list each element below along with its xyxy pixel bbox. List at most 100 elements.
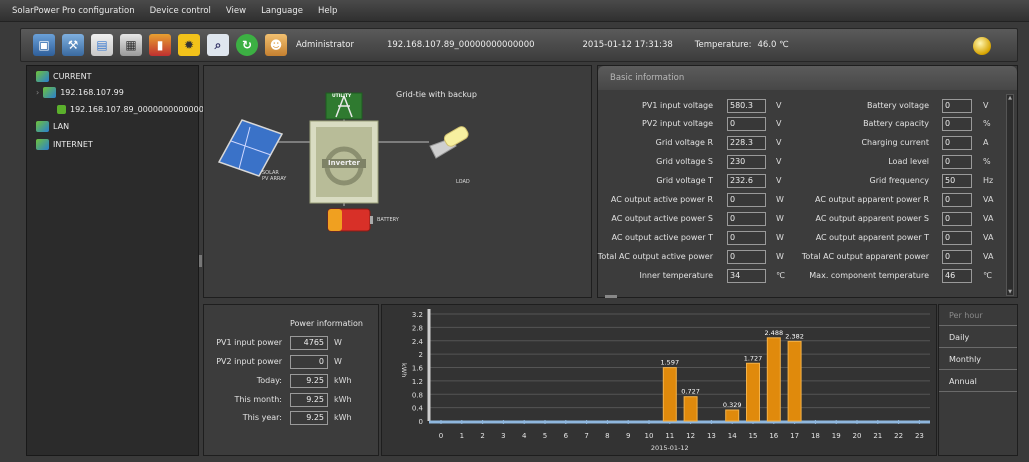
field-label: Battery capacity xyxy=(863,119,929,128)
bar xyxy=(746,362,760,422)
field-value: 0 xyxy=(942,136,972,150)
resize-handle[interactable] xyxy=(605,295,617,298)
field-value: 0 xyxy=(727,231,766,245)
field-value: 46 xyxy=(942,269,972,283)
monitor-icon[interactable]: ▣ xyxy=(33,34,55,56)
field-label: Max. component temperature xyxy=(809,271,929,280)
field-value: 0 xyxy=(942,193,972,207)
data-log-icon[interactable]: ▤ xyxy=(91,34,113,56)
x-tick-label: 13 xyxy=(707,432,716,440)
field-label: Total AC output apparent power xyxy=(801,252,929,261)
expand-icon[interactable]: › xyxy=(36,88,39,97)
utility-label: UTILITY xyxy=(332,94,352,99)
report-icon[interactable]: ▮ xyxy=(149,34,171,56)
field-unit: A xyxy=(983,138,989,147)
power-unit: kWh xyxy=(334,395,352,404)
search-icon[interactable]: ⌕ xyxy=(207,34,229,56)
period-annual[interactable]: Annual xyxy=(939,372,1017,392)
field-label: AC output apparent power S xyxy=(815,214,929,223)
network-icon xyxy=(36,70,49,82)
power-information-panel: Power information PV1 input power 4765 W PV… xyxy=(203,304,379,456)
tree-item-internet[interactable]: INTERNET xyxy=(36,137,93,151)
power-label: This month: xyxy=(234,395,282,404)
solar-panel-icon xyxy=(217,119,284,177)
datetime: 2015-01-12 17:31:38 xyxy=(582,40,673,50)
menu-item[interactable]: View xyxy=(226,6,246,16)
menu-bar: SolarPower Pro configuration Device contr… xyxy=(0,0,1029,22)
x-tick-label: 7 xyxy=(584,432,588,440)
field-unit: VA xyxy=(983,195,994,204)
y-tick-label: 1.2 xyxy=(412,378,423,386)
network-icon xyxy=(36,120,49,132)
menu-item[interactable]: Device control xyxy=(150,6,211,16)
field-unit: % xyxy=(983,119,991,128)
energy-flow-diagram: Grid-tie with backup UTILITY Inverter SO… xyxy=(203,65,592,298)
bar-chart: 00.40.81.21.622.42.83.2kWh0 1 2 3 4 5 6 7 8 9 10 11… xyxy=(400,309,930,452)
scroll-down-arrow-icon[interactable]: ▼ xyxy=(1007,289,1013,295)
field-unit: V xyxy=(776,176,782,185)
power-value: 0 xyxy=(290,355,328,369)
device-settings-icon[interactable]: ⚒ xyxy=(62,34,84,56)
power-value: 9.25 xyxy=(290,374,328,388)
tree-item-lan[interactable]: LAN xyxy=(36,119,69,133)
panel-title: Basic information xyxy=(598,66,1017,90)
vertical-scrollbar[interactable]: ▲ ▼ xyxy=(1006,94,1014,296)
field-label: AC output apparent power T xyxy=(815,233,929,242)
field-unit: W xyxy=(776,252,784,261)
panel-splitter[interactable] xyxy=(199,255,202,267)
x-tick-label: 0 xyxy=(439,432,443,440)
power-unit: kWh xyxy=(334,413,352,422)
field-label: Charging current xyxy=(861,138,929,147)
alarm-icon[interactable]: ✹ xyxy=(178,34,200,56)
tree-item-current[interactable]: CURRENT xyxy=(36,69,91,83)
refresh-icon[interactable]: ↻ xyxy=(236,34,258,56)
x-tick-label: 19 xyxy=(832,432,841,440)
field-unit: VA xyxy=(983,233,994,242)
y-tick-label: 2.4 xyxy=(412,338,424,346)
menu-item[interactable]: Language xyxy=(261,6,303,16)
menu-item[interactable]: Help xyxy=(318,6,337,16)
period-daily[interactable]: Daily xyxy=(939,328,1017,348)
x-tick-label: 3 xyxy=(501,432,505,440)
bar xyxy=(683,396,698,422)
load-label: LOAD xyxy=(456,179,470,185)
field-value: 230 xyxy=(727,155,766,169)
field-value: 0 xyxy=(727,117,766,131)
x-tick-label: 17 xyxy=(790,432,799,440)
x-tick-label: 8 xyxy=(605,432,609,440)
period-monthly[interactable]: Monthly xyxy=(939,350,1017,370)
field-value: 0 xyxy=(727,250,766,264)
status-indicator-icon[interactable] xyxy=(973,37,991,55)
x-axis-label: 2015-01-12 xyxy=(651,444,689,452)
x-tick-label: 11 xyxy=(665,432,674,440)
field-label: AC output active power R xyxy=(610,195,713,204)
period-per-hour[interactable]: Per hour xyxy=(939,306,1017,326)
y-tick-label: 2 xyxy=(419,351,423,359)
x-tick-label: 12 xyxy=(686,432,695,440)
menu-item[interactable]: SolarPower Pro configuration xyxy=(12,6,135,16)
user-icon[interactable]: ☻ xyxy=(265,34,287,56)
y-tick-label: 0.4 xyxy=(412,405,424,413)
device-label: 192.168.107.89_00000000000000 xyxy=(386,40,535,50)
energy-chart: 0 0.4 0.8 1.2 1.6 2 2.4 2.8 3.2 kWh 0 1 2 3 4 5 6 7 8 9 10 11… xyxy=(381,304,937,456)
tree-item-host[interactable]: › 192.168.107.99 xyxy=(36,85,124,99)
network-icon xyxy=(36,138,49,150)
data-export-icon[interactable]: ▦ xyxy=(120,34,142,56)
power-label: PV2 input power xyxy=(216,357,282,366)
field-label: Grid voltage R xyxy=(655,138,713,147)
bar xyxy=(725,409,740,422)
scroll-up-arrow-icon[interactable]: ▲ xyxy=(1007,95,1013,101)
field-unit: VA xyxy=(983,214,994,223)
tree-item-device[interactable]: 192.168.107.89_00000000000000 xyxy=(57,102,209,116)
power-label: Today: xyxy=(256,376,282,385)
field-label: Total AC output active power xyxy=(597,252,713,261)
field-unit: Hz xyxy=(983,176,994,185)
power-unit: W xyxy=(334,357,342,366)
field-label: AC output apparent power R xyxy=(815,195,929,204)
field-unit: VA xyxy=(983,252,994,261)
data-label: 2.488 xyxy=(764,329,783,337)
field-unit: ℃ xyxy=(776,271,785,280)
x-tick-label: 20 xyxy=(853,432,862,440)
y-tick-label: 1.6 xyxy=(412,365,424,373)
power-label: PV1 input power xyxy=(216,338,282,347)
